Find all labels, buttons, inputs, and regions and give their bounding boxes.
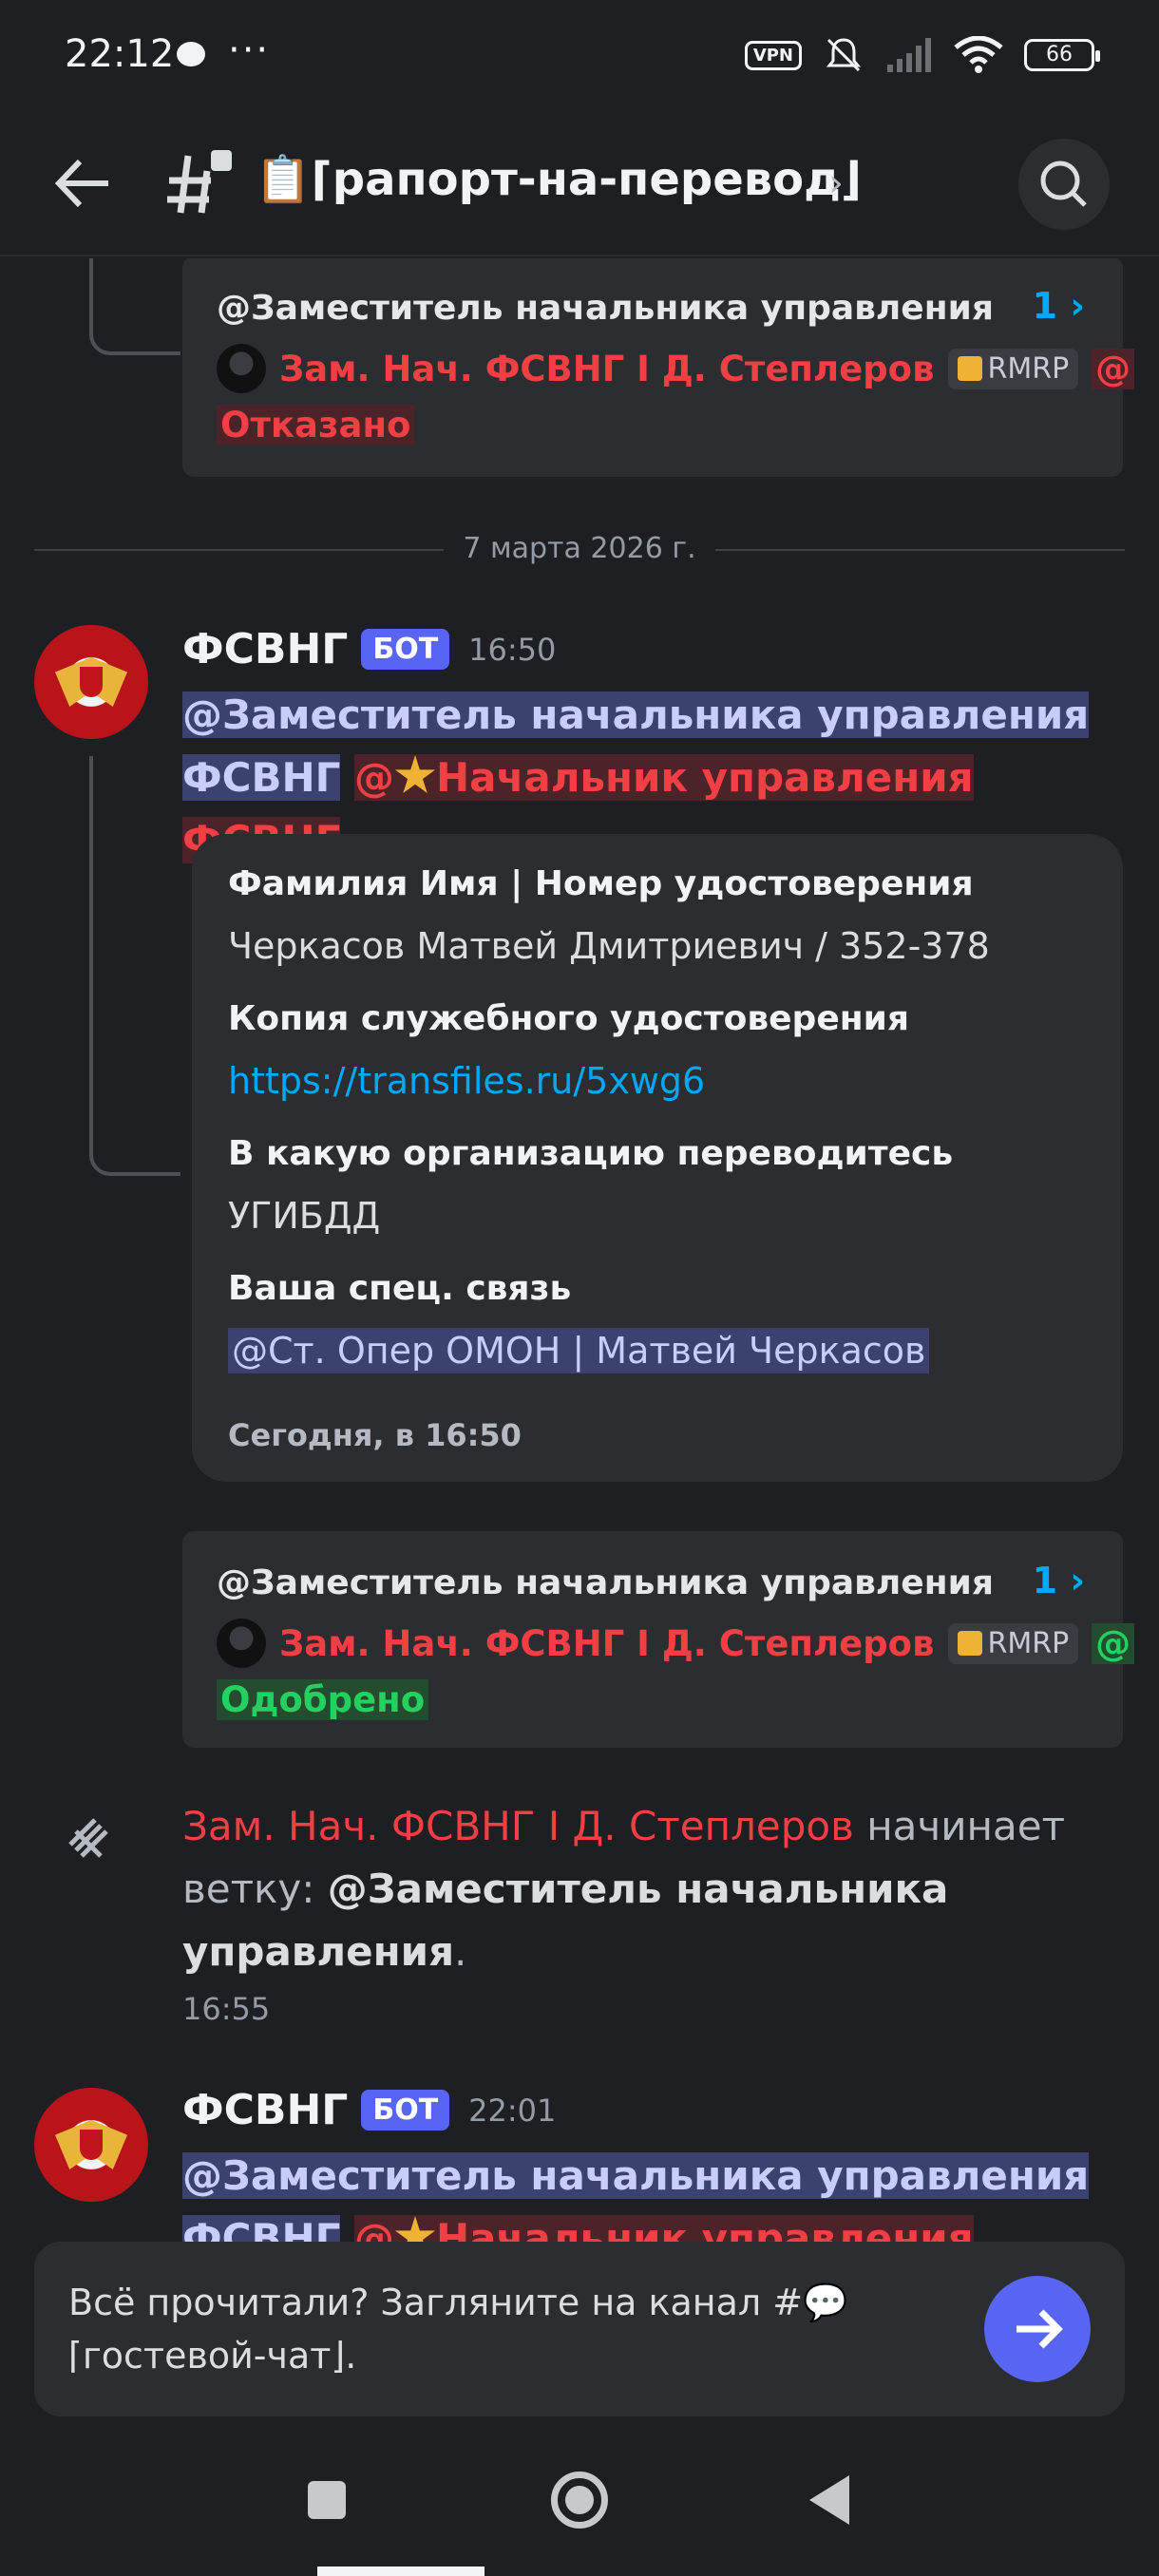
thread-preview-card[interactable]: @Заместитель начальника управления 1 › З…: [182, 1531, 1135, 1748]
message-header: ФСВНГ БОТ 22:01: [182, 2086, 556, 2134]
thread-reply-count: 1 ›: [1032, 285, 1085, 327]
role-mention-cont[interactable]: ФСВНГ: [182, 2215, 341, 2242]
role-mention-cont[interactable]: ФСВНГ: [182, 754, 341, 801]
prompt-text: Всё прочитали? Загляните на канал #💬⌈гос…: [68, 2282, 848, 2377]
role-tag: RMRP: [947, 348, 1079, 389]
message-header: ФСВНГ БОТ 16:50: [182, 625, 556, 673]
thread-preview-card[interactable]: @Заместитель начальника управления 1 › З…: [182, 258, 1135, 477]
signal-icon: [887, 38, 931, 72]
embed-field-value: Черкасов Матвей Дмитриевич / 352-378: [228, 925, 990, 967]
message-mentions: @Заместитель начальника управления ФСВНГ…: [182, 2145, 1123, 2242]
role-tag-label: RMRP: [987, 351, 1070, 386]
embed-field-name: Фамилия Имя | Номер удостоверения: [228, 864, 974, 903]
channel-title[interactable]: 📋⌈рапорт-на-перевод⌋: [255, 152, 862, 206]
clock: 22:12: [65, 32, 175, 76]
mention-prefix: @: [1092, 348, 1135, 389]
embed-field-value: УГИБДД: [228, 1195, 381, 1237]
status-icons: VPN 66: [744, 32, 1100, 78]
date-divider: 7 марта 2026 г.: [34, 530, 1125, 568]
status-bar: 22:12 ··· VPN 66: [0, 0, 1159, 112]
vpn-icon: VPN: [744, 40, 802, 70]
system-message: Зам. Нач. ФСВНГ I Д. Степлеров начинает …: [182, 1795, 1094, 1983]
crown-icon: [957, 1631, 982, 1656]
avatar: [217, 1619, 266, 1668]
embed-link[interactable]: https://transfiles.ru/5xwg6: [228, 1060, 705, 1102]
role-tag: RMRP: [947, 1622, 1079, 1664]
recent-apps-button[interactable]: [308, 2481, 346, 2519]
user-mention[interactable]: @Ст. Опер ОМОН | Матвей Черкасов: [228, 1328, 930, 1373]
message-timestamp: 16:50: [468, 631, 557, 668]
system-navigation-bar: [0, 2432, 1159, 2576]
read-all-prompt: Всё прочитали? Загляните на канал #💬⌈гос…: [34, 2242, 1125, 2416]
channel-header: 📋⌈рапорт-на-перевод⌋ ›: [0, 112, 1159, 256]
embed-field-name: Ваша спец. связь: [228, 1269, 572, 1308]
star-icon: [394, 2216, 436, 2242]
thread-connector: [89, 756, 180, 1176]
thread-connector: [89, 258, 180, 355]
star-icon: [394, 755, 436, 794]
system-text-end: .: [454, 1928, 467, 1975]
embed-footer: Сегодня, в 16:50: [228, 1417, 522, 1453]
thread-created-icon: [68, 1818, 108, 1858]
actor-name[interactable]: Зам. Нач. ФСВНГ I Д. Степлеров: [182, 1803, 854, 1849]
crown-icon: [957, 356, 982, 381]
thread-status: Одобрено: [217, 1679, 429, 1720]
thread-status: Отказано: [217, 405, 415, 445]
avatar[interactable]: [34, 625, 148, 739]
author-name[interactable]: ФСВНГ: [182, 2086, 348, 2134]
back-arrow-icon[interactable]: [49, 150, 116, 217]
mention-prefix: @: [354, 2215, 395, 2242]
thread-title: @Заместитель начальника управления: [217, 1563, 994, 1602]
thread-last-author: Зам. Нач. ФСВНГ I Д. Степлеров RMRP @: [217, 344, 1135, 393]
thread-title: @Заместитель начальника управления: [217, 289, 994, 328]
mute-icon: [826, 38, 862, 72]
search-icon: [1040, 161, 1087, 207]
avatar: [217, 344, 266, 393]
mention-prefix: @: [354, 754, 395, 801]
chat-notification-icon: [177, 42, 205, 66]
message-timestamp: 16:55: [182, 1991, 271, 2027]
back-button[interactable]: [809, 2475, 849, 2525]
author-name: Зам. Нач. ФСВНГ I Д. Степлеров: [279, 1622, 935, 1664]
thread-reply-count: 1 ›: [1032, 1560, 1085, 1601]
avatar[interactable]: [34, 2088, 148, 2202]
role-mention[interactable]: @Заместитель начальника управления: [182, 691, 1090, 738]
home-button[interactable]: [551, 2472, 608, 2529]
role-mention[interactable]: @Заместитель начальника управления: [182, 2152, 1090, 2199]
message-timestamp: 22:01: [468, 2092, 557, 2129]
role-tag-label: RMRP: [987, 1626, 1070, 1660]
bot-badge: БОТ: [361, 629, 450, 670]
bot-badge: БОТ: [361, 2090, 450, 2131]
message-list[interactable]: @Заместитель начальника управления 1 › З…: [0, 258, 1159, 2242]
wifi-icon: [954, 36, 1003, 73]
date-label: 7 марта 2026 г.: [444, 532, 715, 565]
thread-channel-icon: [167, 150, 232, 214]
author-name: Зам. Нач. ФСВНГ I Д. Степлеров: [279, 348, 935, 389]
embed-field-name: В какую организацию переводитесь: [228, 1134, 954, 1173]
search-button[interactable]: [1018, 139, 1110, 230]
author-name[interactable]: ФСВНГ: [182, 625, 348, 673]
mention-prefix: @: [1092, 1622, 1135, 1664]
gesture-indicator: [317, 2567, 484, 2576]
battery-icon: 66: [1024, 39, 1100, 71]
thread-last-author: Зам. Нач. ФСВНГ I Д. Степлеров RMRP @: [217, 1619, 1135, 1668]
message-embed: Фамилия Имя | Номер удостоверения Черкас…: [192, 834, 1123, 1482]
go-to-channel-button[interactable]: [984, 2276, 1091, 2382]
embed-field-name: Копия служебного удостоверения: [228, 999, 909, 1038]
chevron-right-icon[interactable]: ›: [828, 161, 844, 205]
more-notifications-icon: ···: [228, 28, 271, 72]
arrow-right-icon: [1016, 2309, 1063, 2349]
